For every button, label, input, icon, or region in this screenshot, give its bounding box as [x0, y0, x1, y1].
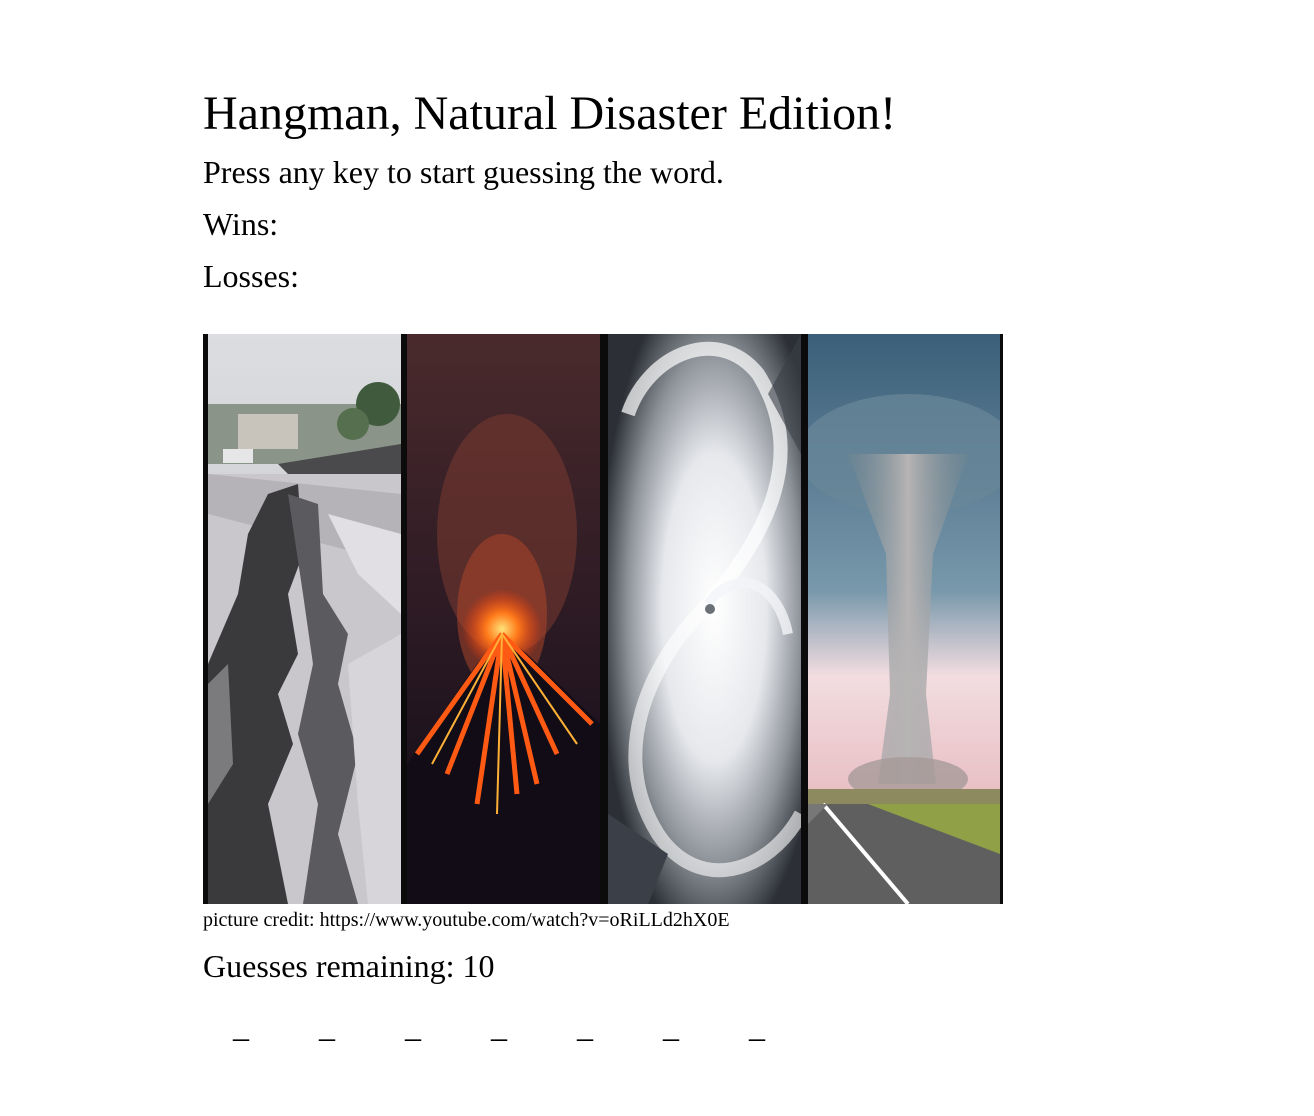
- letter-blank: _: [491, 1008, 507, 1044]
- wins-counter: Wins:: [203, 204, 286, 244]
- word-blanks: _ _ _ _ _ _ _: [231, 1006, 833, 1046]
- page-title: Hangman, Natural Disaster Edition!: [203, 87, 897, 140]
- volcano-panel: [407, 334, 600, 904]
- instructions-text: Press any key to start guessing the word…: [203, 154, 724, 190]
- losses-counter: Losses:: [203, 256, 307, 296]
- wins-label: Wins:: [203, 206, 279, 242]
- picture-credit: picture credit: https://www.youtube.com/…: [203, 909, 730, 931]
- letter-blank: _: [319, 1008, 335, 1044]
- letter-blank: _: [405, 1008, 421, 1044]
- tornado-panel: [808, 334, 1000, 904]
- guesses-remaining: Guesses remaining: 10: [203, 946, 495, 986]
- letter-blank: _: [663, 1008, 679, 1044]
- earthquake-panel: [208, 334, 401, 904]
- letter-blank: _: [577, 1008, 593, 1044]
- guesses-label: Guesses remaining:: [203, 948, 455, 984]
- letter-blank: _: [233, 1008, 249, 1044]
- losses-label: Losses:: [203, 258, 299, 294]
- hurricane-panel: [608, 334, 801, 904]
- disaster-collage-image: [203, 334, 1003, 904]
- letter-blank: _: [749, 1008, 765, 1044]
- guesses-value: 10: [462, 948, 495, 984]
